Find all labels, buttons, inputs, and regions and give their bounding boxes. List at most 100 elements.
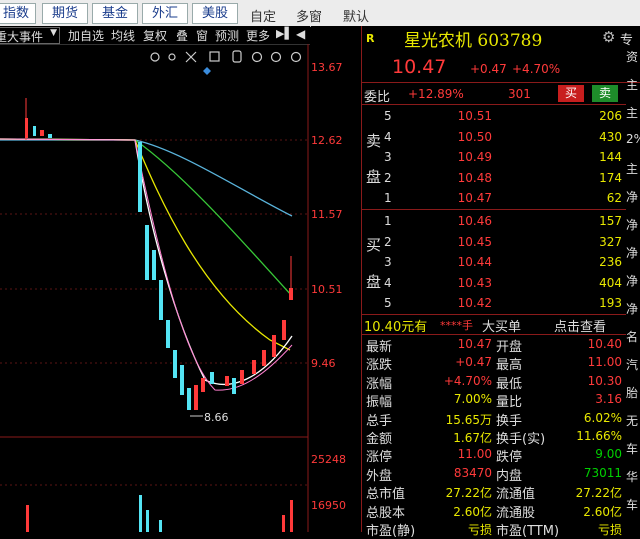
right-label: 专 — [620, 29, 633, 48]
stat-label: 总股本 — [366, 502, 405, 521]
quote-panel: R 星光农机 603789 ⚙ 专 10.47 +0.47 +4.70% 委比 … — [362, 26, 640, 532]
stat-label: 内盘 — [496, 465, 522, 484]
price-label: 12.62 — [311, 134, 343, 147]
order-volume: 174 — [552, 171, 622, 185]
zoom-out-icon — [292, 53, 301, 62]
order-row[interactable]: 310.44236 — [362, 252, 626, 272]
order-volume: 62 — [552, 191, 622, 205]
overlay-button[interactable]: 叠 — [176, 27, 188, 44]
forecast-button[interactable]: 预测 — [215, 27, 239, 44]
candle — [33, 126, 36, 136]
price-axis: 13.67 12.62 11.57 10.51 9.46 25248 16950 — [311, 26, 362, 532]
candle — [145, 225, 149, 280]
order-row[interactable]: 110.46157 — [362, 211, 626, 231]
stats-row: 总股本2.60亿流通股2.60亿 — [362, 501, 626, 519]
stat-value: 9.00 — [558, 447, 622, 461]
stat-value: 73011 — [558, 466, 622, 480]
multi-window-button[interactable]: 多窗 — [296, 6, 322, 25]
stat-value: 10.30 — [558, 374, 622, 388]
stat-value: 3.16 — [558, 392, 622, 406]
order-row[interactable]: 410.43404 — [362, 273, 626, 293]
capital-flow-label: 车 — [626, 440, 638, 457]
tab-fund[interactable]: 基金 — [92, 3, 138, 24]
stat-value: 2.60亿 — [418, 503, 492, 520]
order-price: 10.51 — [422, 109, 492, 123]
events-dropdown[interactable]: 重大事件 ▼ — [0, 27, 60, 44]
stats-row: 涨幅+4.70%最低10.30 — [362, 372, 626, 390]
stat-value: 1.67亿 — [418, 429, 492, 446]
volume-label: 25248 — [311, 453, 346, 466]
tab-index[interactable]: 指数 — [0, 3, 36, 24]
stat-value: +4.70% — [418, 374, 492, 388]
order-row[interactable]: 310.49144 — [362, 147, 626, 167]
volume-bar — [26, 505, 29, 532]
sell-button[interactable]: 卖 — [592, 85, 618, 102]
capital-flow-label: 净 — [626, 300, 638, 317]
default-button[interactable]: 默认 — [343, 6, 369, 25]
stat-label: 涨跌 — [366, 354, 392, 373]
custom-button[interactable]: 自定 — [250, 6, 276, 25]
left-arrow-icon[interactable]: ◀ — [296, 27, 305, 41]
view-details-link[interactable]: 点击查看 — [554, 316, 606, 335]
capital-flow-label: 2% — [626, 132, 640, 146]
stat-label: 换手 — [496, 410, 522, 429]
chevron-down-icon: ▼ — [50, 28, 57, 38]
order-volume: 193 — [552, 296, 622, 310]
adjust-button[interactable]: 复权 — [143, 27, 167, 44]
tab-forex[interactable]: 外汇 — [142, 3, 188, 24]
order-row[interactable]: 510.42193 — [362, 293, 626, 313]
tab-futures[interactable]: 期货 — [42, 3, 88, 24]
price-change-pct: +4.70% — [512, 62, 560, 76]
low-marker-label: 8.66 — [204, 411, 229, 424]
candle — [240, 370, 244, 384]
tab-us-stock[interactable]: 美股 — [192, 3, 238, 24]
stats-row: 市盈(静)亏损市盈(TTM)亏损 — [362, 519, 626, 537]
stat-label: 最低 — [496, 373, 522, 392]
stat-value: 83470 — [418, 466, 492, 480]
order-level: 3 — [384, 150, 392, 164]
order-row[interactable]: 510.51206 — [362, 106, 626, 126]
big-order-price: 10.40元有 — [364, 316, 427, 335]
order-row[interactable]: 1 10.47 62 — [362, 188, 626, 208]
candle — [252, 360, 256, 374]
order-row[interactable]: 410.50430 — [362, 127, 626, 147]
order-row[interactable]: 210.48174 — [362, 168, 626, 188]
order-volume: 157 — [552, 214, 622, 228]
more-button[interactable]: 更多 — [246, 27, 270, 44]
hand-icon — [233, 51, 241, 62]
capital-flow-label: 主 — [626, 104, 638, 121]
order-price: 10.43 — [422, 276, 492, 290]
order-level: 5 — [384, 296, 392, 310]
volume-label: 16950 — [311, 499, 346, 512]
volume-bar — [290, 500, 293, 532]
cross-icon — [186, 52, 196, 62]
candle — [40, 130, 44, 136]
ma-button[interactable]: 均线 — [111, 27, 135, 44]
order-level: 1 — [384, 191, 392, 205]
stat-label: 总手 — [366, 410, 392, 429]
window-button[interactable]: 窗 — [196, 27, 208, 44]
ma60-line — [0, 140, 292, 216]
diamond-marker-icon — [203, 67, 211, 75]
stat-label: 流通股 — [496, 502, 535, 521]
stat-value: 6.02% — [558, 411, 622, 425]
order-row[interactable]: 210.45327 — [362, 232, 626, 252]
order-volume: 236 — [552, 255, 622, 269]
play-pin-icon[interactable]: ▶▌ — [276, 27, 293, 40]
candle — [48, 134, 52, 138]
eye-icon — [151, 53, 159, 61]
order-price: 10.47 — [422, 191, 492, 205]
volume-bar — [139, 495, 142, 532]
add-watchlist-button[interactable]: 加自选 — [68, 27, 104, 44]
order-volume: 404 — [552, 276, 622, 290]
stat-value: 11.00 — [558, 355, 622, 369]
buy-button[interactable]: 买 — [558, 85, 584, 102]
big-order-volume: ****手 — [440, 317, 473, 333]
stat-value: 7.00% — [418, 392, 492, 406]
capital-flow-label: 净 — [626, 188, 638, 205]
settings-gear-icon[interactable]: ⚙ — [602, 28, 615, 46]
stat-value: 亏损 — [558, 521, 622, 538]
events-label: 重大事件 — [0, 30, 43, 44]
volume-bar — [146, 510, 149, 532]
stat-value: 27.22亿 — [558, 484, 622, 501]
